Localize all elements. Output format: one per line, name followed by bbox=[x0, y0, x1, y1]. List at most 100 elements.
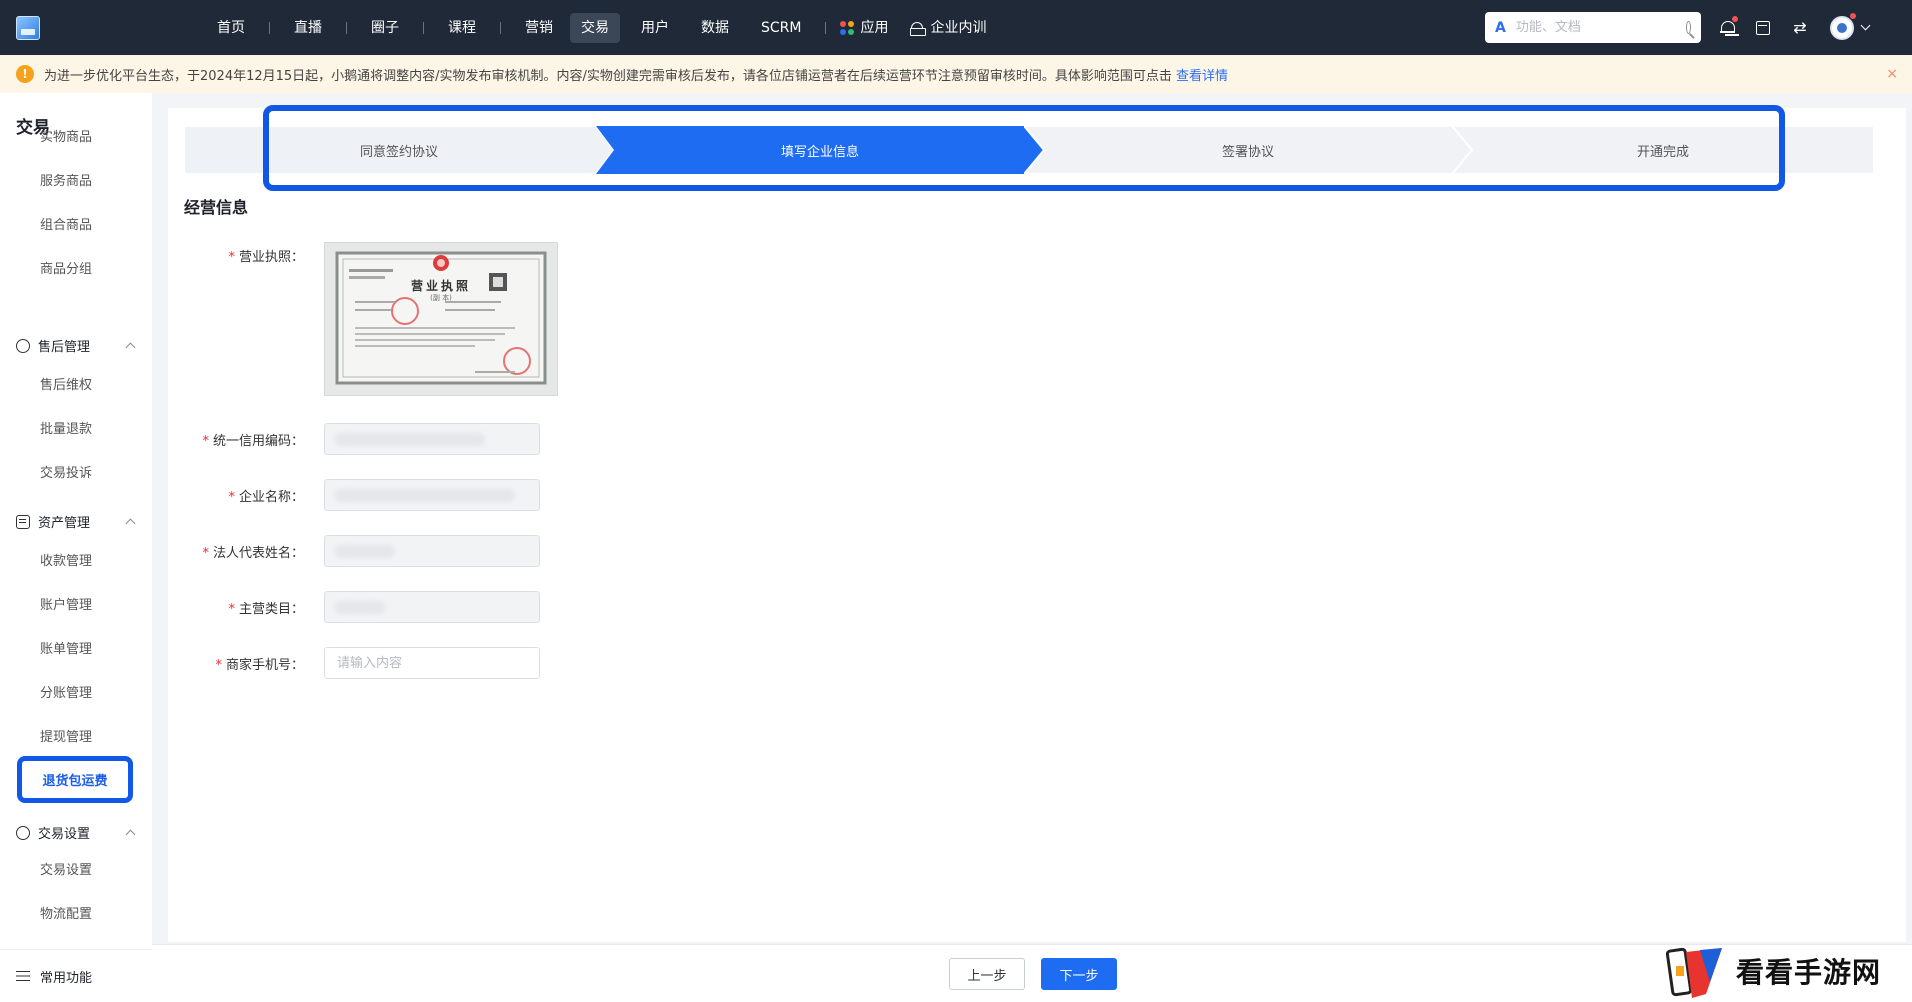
sidebar-group-trade-settings[interactable]: 交易设置 bbox=[16, 823, 136, 842]
search-icon[interactable] bbox=[1685, 21, 1691, 34]
avatar bbox=[1830, 15, 1854, 40]
sidebar-item-service-goods[interactable]: 服务商品 bbox=[40, 170, 92, 189]
section-title: 经营信息 bbox=[184, 198, 249, 217]
category-field bbox=[324, 591, 540, 623]
sidebar-item-logistics[interactable]: 物流配置 bbox=[40, 903, 92, 922]
steps-bar: 同意签约协议 填写企业信息 签署协议 开通完成 bbox=[184, 126, 1874, 174]
sidebar-group-assets[interactable]: 资产管理 bbox=[16, 512, 136, 531]
sidebar-group-aftersale[interactable]: 售后管理 bbox=[16, 336, 136, 355]
nav-apps[interactable]: 应用 bbox=[829, 13, 899, 43]
nav-trade[interactable]: 交易 bbox=[570, 12, 620, 43]
credit-code-field bbox=[324, 423, 540, 455]
nav-scrm[interactable]: SCRM bbox=[750, 13, 812, 43]
top-navbar: 首页 直播 圈子 课程 营销 交易 用户 数据 SCRM 应用 企业内训 A 功… bbox=[0, 0, 1912, 55]
sidebar-item-return-shipping[interactable]: 退货包运费 bbox=[17, 756, 133, 803]
training-icon bbox=[910, 21, 927, 36]
sidebar-group-label: 售后管理 bbox=[38, 340, 91, 355]
notice-bar: ! 为进一步优化平台生态，于2024年12月15日起，小鹅通将调整内容/实物发布… bbox=[0, 55, 1912, 93]
sidebar-item-withdraw[interactable]: 提现管理 bbox=[40, 726, 92, 745]
sidebar-item-aftersale-rights[interactable]: 售后维权 bbox=[40, 374, 92, 393]
store-icon[interactable] bbox=[1756, 20, 1770, 35]
phone-input[interactable] bbox=[325, 648, 539, 678]
sidebar-item-physical-goods[interactable]: 实物商品 bbox=[40, 126, 92, 145]
nav-divider bbox=[825, 21, 827, 34]
redacted-value bbox=[335, 545, 395, 558]
license-illustration bbox=[325, 243, 557, 395]
step-sign: 签署协议 bbox=[1024, 126, 1472, 174]
chevron-up-icon bbox=[125, 518, 136, 529]
sidebar-group-label: 交易设置 bbox=[38, 827, 91, 842]
sidebar-item-combo-goods[interactable]: 组合商品 bbox=[40, 214, 92, 233]
nav-training[interactable]: 企业内训 bbox=[899, 13, 997, 43]
apps-icon bbox=[840, 20, 855, 35]
aftersale-icon bbox=[16, 338, 30, 353]
notification-dot bbox=[1732, 16, 1738, 22]
nav-home[interactable]: 首页 bbox=[206, 13, 256, 43]
company-name-field bbox=[324, 479, 540, 511]
legal-rep-field bbox=[324, 535, 540, 567]
notifications-button[interactable] bbox=[1720, 16, 1738, 35]
sidebar-item-bills[interactable]: 账单管理 bbox=[40, 638, 92, 657]
app-logo[interactable] bbox=[16, 16, 40, 40]
step-label: 签署协议 bbox=[1221, 144, 1274, 160]
nav-divider bbox=[500, 21, 501, 34]
nav-training-label: 企业内训 bbox=[930, 19, 987, 36]
top-icons: ⇄ bbox=[1720, 0, 1871, 55]
next-step-button[interactable]: 下一步 bbox=[1041, 958, 1117, 990]
notice-link[interactable]: 查看详情 bbox=[1176, 65, 1228, 84]
search-input[interactable] bbox=[1515, 20, 1686, 35]
sidebar-item-payment[interactable]: 收款管理 bbox=[40, 550, 92, 569]
sidebar: 交易 实物商品 服务商品 组合商品 商品分组 售后管理 售后维权 批量退款 交易… bbox=[0, 93, 152, 1002]
sidebar-item-trade-settings[interactable]: 交易设置 bbox=[40, 859, 92, 878]
user-menu[interactable] bbox=[1830, 12, 1856, 40]
license-label: * 营业执照： bbox=[228, 250, 304, 265]
license-subtitle: (副 本) bbox=[430, 294, 452, 302]
nav-users[interactable]: 用户 bbox=[630, 13, 680, 43]
sidebar-item-goods-group[interactable]: 商品分组 bbox=[40, 258, 92, 277]
avatar-dot bbox=[1850, 12, 1856, 19]
redacted-value bbox=[335, 433, 485, 446]
step-label: 填写企业信息 bbox=[780, 144, 859, 160]
nav-divider bbox=[346, 21, 347, 34]
nav-course[interactable]: 课程 bbox=[437, 13, 487, 43]
main-nav: 首页 直播 圈子 课程 营销 交易 用户 数据 SCRM 应用 企业内训 bbox=[206, 0, 997, 55]
step-done: 开通完成 bbox=[1452, 126, 1874, 174]
company-name-label: * 企业名称： bbox=[228, 490, 304, 505]
warning-icon: ! bbox=[16, 65, 34, 83]
watermark-text: 看看手游网 bbox=[1736, 956, 1882, 989]
category-label: * 主营类目： bbox=[228, 602, 304, 617]
step-agree: 同意签约协议 bbox=[184, 126, 614, 174]
nav-circle[interactable]: 圈子 bbox=[360, 13, 410, 43]
credit-code-label: * 统一信用编码： bbox=[202, 434, 304, 449]
watermark-logo bbox=[1666, 947, 1722, 998]
legal-rep-label: * 法人代表姓名： bbox=[202, 546, 304, 561]
assets-icon bbox=[16, 514, 30, 529]
business-license-image[interactable]: 营业执照 (副 本) bbox=[324, 242, 558, 396]
sidebar-item-account[interactable]: 账户管理 bbox=[40, 594, 92, 613]
sidebar-footer-label: 常用功能 bbox=[40, 970, 93, 986]
sidebar-group-label: 资产管理 bbox=[38, 516, 91, 531]
step-label: 同意签约协议 bbox=[359, 144, 438, 160]
nav-live[interactable]: 直播 bbox=[283, 13, 333, 43]
step-fill-info: 填写企业信息 bbox=[596, 126, 1044, 174]
chevron-up-icon bbox=[125, 342, 136, 353]
license-title: 营业执照 bbox=[410, 279, 471, 293]
sidebar-item-batch-refund[interactable]: 批量退款 bbox=[40, 418, 92, 437]
scrollbar[interactable] bbox=[1906, 93, 1912, 944]
redacted-value bbox=[335, 601, 385, 614]
switch-icon[interactable]: ⇄ bbox=[1792, 19, 1808, 35]
nav-data[interactable]: 数据 bbox=[690, 13, 740, 43]
chevron-down-icon[interactable] bbox=[1860, 20, 1871, 30]
sidebar-item-trade-complaint[interactable]: 交易投诉 bbox=[40, 462, 92, 481]
close-icon[interactable]: × bbox=[1886, 66, 1898, 82]
bell-icon bbox=[1720, 20, 1735, 35]
sidebar-item-split[interactable]: 分账管理 bbox=[40, 682, 92, 701]
redacted-value bbox=[335, 489, 515, 502]
prev-step-button[interactable]: 上一步 bbox=[949, 958, 1025, 990]
site-watermark: 看看手游网 bbox=[1666, 940, 1912, 1002]
ai-search-icon[interactable]: A bbox=[1495, 20, 1506, 36]
nav-marketing[interactable]: 营销 bbox=[514, 13, 564, 43]
settings-icon bbox=[16, 825, 30, 840]
sidebar-footer[interactable]: 常用功能 bbox=[0, 949, 152, 1002]
main-panel bbox=[168, 108, 1912, 942]
